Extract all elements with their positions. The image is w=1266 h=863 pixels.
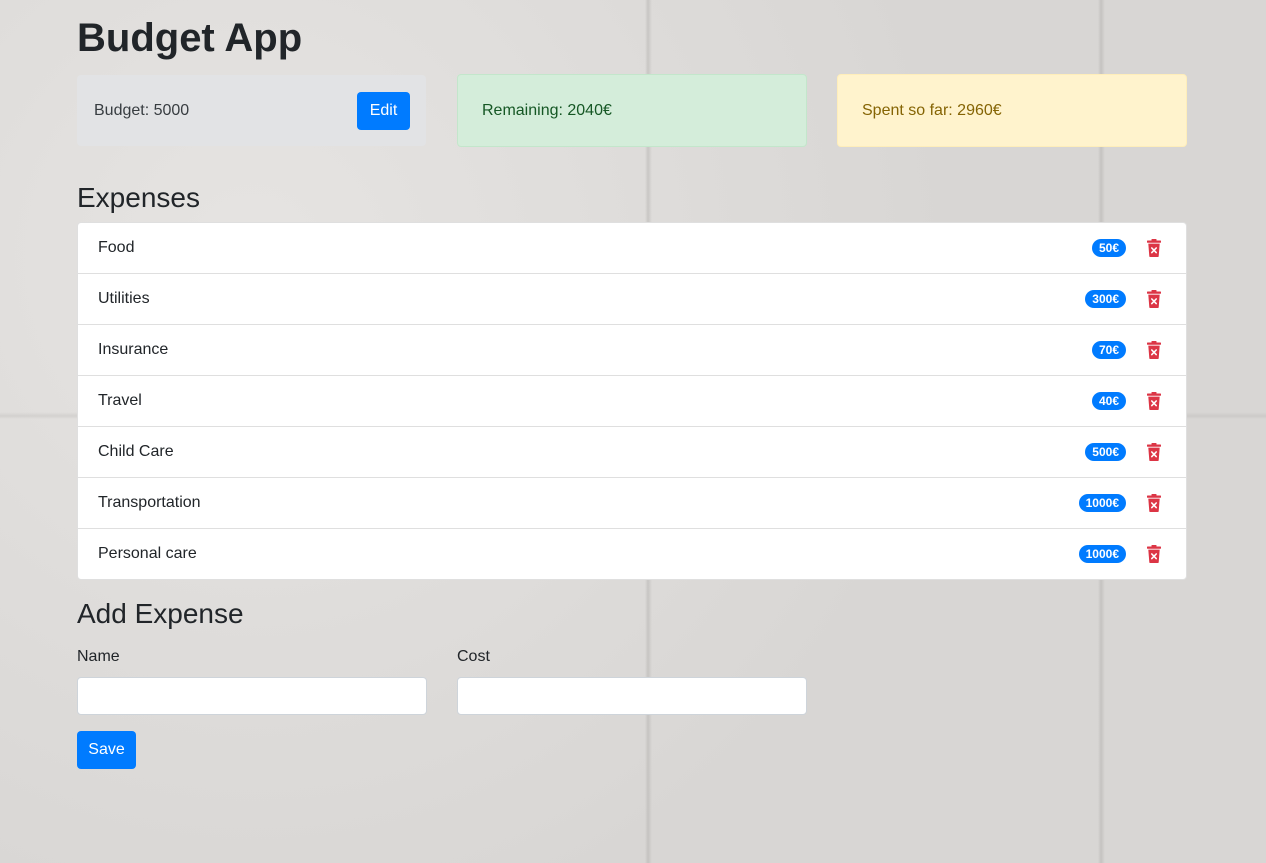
expense-name: Personal care [98,545,197,562]
trash-icon[interactable] [1146,545,1162,563]
cost-label: Cost [457,648,490,665]
add-expense-heading: Add Expense [77,598,244,629]
expense-cost-badge: 50€ [1091,239,1126,257]
expense-actions: 70€ [1091,341,1162,359]
expense-name: Insurance [98,341,169,358]
expense-row: Travel 40€ [78,376,1186,427]
cost-input[interactable] [457,677,807,715]
expense-cost-badge: 1000€ [1078,494,1126,512]
save-button[interactable]: Save [77,731,136,769]
budget-card: Budget: 5000 Edit [77,75,426,146]
page-title: Budget App [77,16,303,60]
expense-row: Transportation 1000€ [78,478,1186,529]
expense-actions: 50€ [1091,239,1162,257]
remaining-text: Remaining: 2040€ [482,101,612,119]
trash-icon[interactable] [1146,239,1162,257]
expense-row: Food 50€ [78,223,1186,274]
spent-card: Spent so far: 2960€ [837,74,1187,147]
trash-icon[interactable] [1146,392,1162,410]
expense-actions: 500€ [1085,443,1162,461]
trash-icon[interactable] [1146,494,1162,512]
expense-actions: 1000€ [1078,545,1162,563]
expense-cost-badge: 500€ [1085,443,1126,461]
expense-name: Transportation [98,494,201,511]
name-input[interactable] [77,677,427,715]
trash-icon[interactable] [1146,443,1162,461]
expense-row: Personal care 1000€ [78,529,1186,579]
expense-actions: 40€ [1091,392,1162,410]
edit-budget-button[interactable]: Edit [357,91,410,130]
expense-name: Travel [98,392,142,409]
expense-name: Child Care [98,443,174,460]
expense-actions: 300€ [1085,290,1162,308]
expense-list: Food 50€ Utilities 300€ Insurance 70€ Travel 40… [77,222,1187,580]
trash-icon[interactable] [1146,290,1162,308]
expense-cost-badge: 1000€ [1078,545,1126,563]
spent-text: Spent so far: 2960€ [862,101,1002,119]
expense-cost-badge: 40€ [1091,392,1126,410]
expenses-heading: Expenses [77,182,200,213]
remaining-card: Remaining: 2040€ [457,74,807,147]
expense-row: Insurance 70€ [78,325,1186,376]
expense-name: Food [98,239,135,256]
expense-row: Utilities 300€ [78,274,1186,325]
expense-actions: 1000€ [1078,494,1162,512]
expense-row: Child Care 500€ [78,427,1186,478]
budget-text: Budget: 5000 [94,101,190,119]
expense-cost-badge: 300€ [1085,290,1126,308]
expense-cost-badge: 70€ [1091,341,1126,359]
trash-icon[interactable] [1146,341,1162,359]
expense-name: Utilities [98,290,150,307]
name-label: Name [77,648,120,665]
